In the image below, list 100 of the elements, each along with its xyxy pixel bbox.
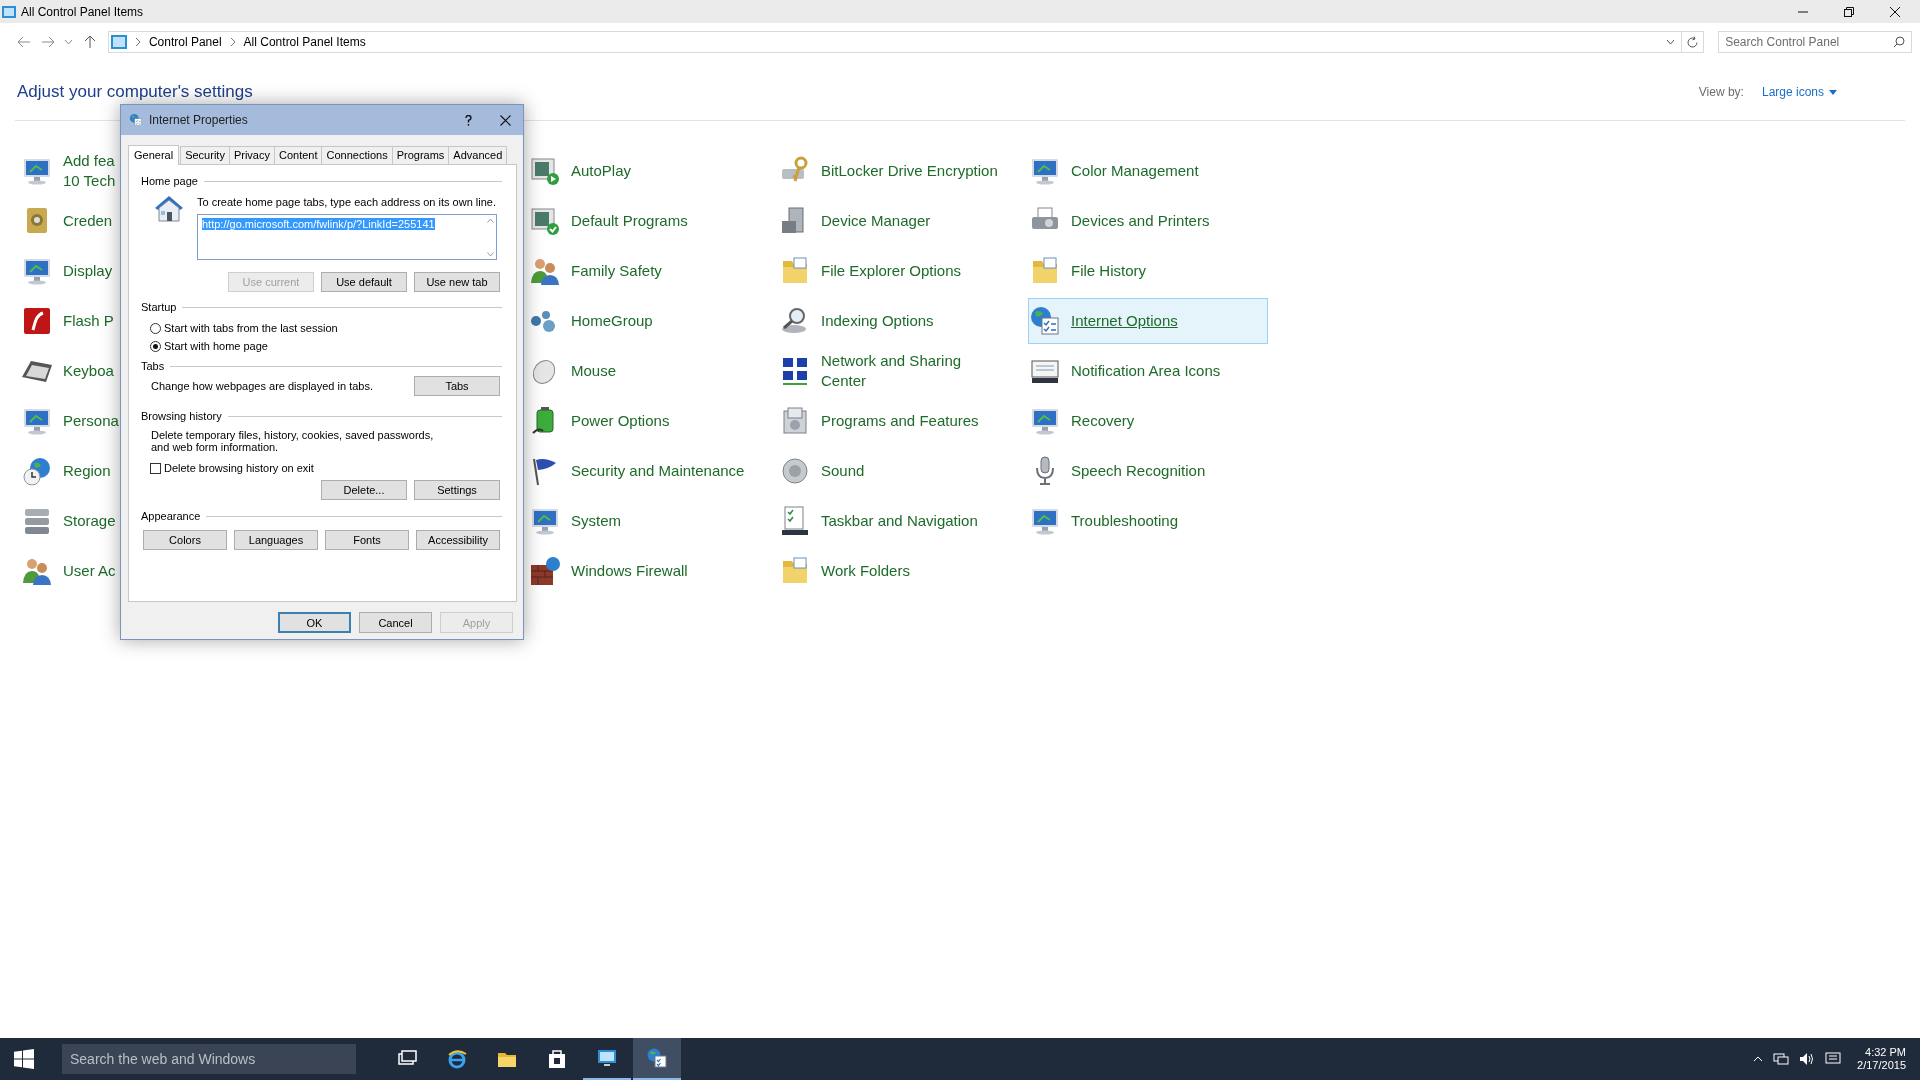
settings-link[interactable]: Color Management [1028, 148, 1268, 194]
dialog-button[interactable]: Tabs [414, 376, 500, 396]
settings-link[interactable]: Indexing Options [778, 298, 1018, 344]
settings-link[interactable]: Network and Sharing Center [778, 348, 1018, 394]
group-heading: Home page [141, 175, 198, 187]
settings-link[interactable]: Windows Firewall [528, 548, 768, 594]
settings-link[interactable]: Security and Maintenance [528, 448, 768, 494]
search-icon [1893, 36, 1905, 48]
settings-link[interactable]: Work Folders [778, 548, 1018, 594]
back-arrow-icon[interactable] [17, 36, 31, 48]
window-icon [2, 5, 16, 18]
settings-link[interactable]: Add fea 10 Tech [20, 148, 118, 194]
settings-link[interactable]: Storage [20, 498, 118, 544]
message-icon[interactable] [1825, 1052, 1842, 1066]
settings-link[interactable]: Programs and Features [778, 398, 1018, 444]
settings-link[interactable]: Family Safety [528, 248, 768, 294]
settings-link[interactable]: Creden [20, 198, 118, 244]
caret-down-icon [1829, 89, 1837, 95]
dialog-button[interactable]: Languages [234, 530, 318, 550]
settings-link[interactable]: Notification Area Icons [1028, 348, 1268, 394]
group-heading: Browsing history [141, 410, 222, 422]
network-icon[interactable] [1773, 1052, 1790, 1066]
window-title: All Control Panel Items [21, 4, 144, 19]
description-text: Delete temporary files, history, cookies, saved passwords, and web form information. [150, 429, 435, 453]
settings-link[interactable]: HomeGroup [528, 298, 768, 344]
browser-icon [446, 1048, 468, 1070]
globe-document-icon [1029, 305, 1061, 337]
breadcrumb-item[interactable]: Control Panel [148, 35, 222, 49]
dialog-tab[interactable]: Programs [391, 146, 450, 164]
settings-link[interactable]: File History [1028, 248, 1268, 294]
group-heading: Startup [141, 301, 177, 313]
refresh-icon[interactable] [1686, 35, 1700, 49]
settings-link[interactable]: Recovery [1028, 398, 1268, 444]
page-heading: Adjust your computer's settings [17, 82, 253, 102]
dialog-button[interactable]: Cancel [359, 612, 432, 633]
close-icon[interactable] [1889, 5, 1901, 18]
chevron-down-icon[interactable] [64, 39, 74, 45]
monitor-icon [596, 1047, 618, 1069]
settings-link[interactable]: Troubleshooting [1028, 498, 1268, 544]
settings-link[interactable]: Device Manager [778, 198, 1018, 244]
settings-link[interactable]: AutoPlay [528, 148, 768, 194]
settings-link[interactable]: Region [20, 448, 118, 494]
dialog-tab[interactable]: Advanced [448, 146, 508, 164]
house-icon [153, 193, 185, 223]
help-icon[interactable] [465, 114, 472, 126]
dialog-button[interactable]: Use default [321, 272, 407, 292]
restore-icon[interactable] [1843, 5, 1855, 18]
taskbar-button[interactable] [633, 1038, 681, 1080]
windows-logo-icon [14, 1049, 34, 1069]
settings-link[interactable]: System [528, 498, 768, 544]
globe-document-icon [646, 1047, 668, 1069]
view-by-dropdown[interactable]: Large icons [1761, 85, 1837, 99]
speaker-icon[interactable] [1799, 1052, 1816, 1066]
dialog-button[interactable]: Delete... [321, 480, 407, 500]
view-by-label: View by: [1698, 85, 1744, 99]
checkbox[interactable] [150, 462, 161, 474]
settings-link[interactable]: Keyboa [20, 348, 118, 394]
dialog-button[interactable]: OK [278, 612, 351, 633]
settings-link[interactable]: Sound [778, 448, 1018, 494]
settings-link[interactable]: BitLocker Drive Encryption [778, 148, 1018, 194]
search-field[interactable]: Search the web and Windows [62, 1044, 356, 1074]
close-icon[interactable] [500, 114, 511, 126]
search-field[interactable]: Search Control Panel [1718, 31, 1912, 53]
instruction-text: To create home page tabs, type each address on its own line. [197, 196, 497, 208]
dialog-tab[interactable]: Privacy [228, 146, 275, 164]
window-icon [110, 35, 127, 49]
settings-link[interactable]: Taskbar and Navigation [778, 498, 1018, 544]
dialog-button[interactable]: Fonts [325, 530, 409, 550]
settings-link[interactable]: Mouse [528, 348, 768, 394]
scroll-down-icon [487, 252, 494, 257]
dialog-tab[interactable]: Security [180, 146, 230, 164]
forward-arrow-icon[interactable] [40, 36, 55, 48]
settings-link[interactable]: Default Programs [528, 198, 768, 244]
checklist-icon [779, 505, 811, 537]
dialog-button[interactable]: Use new tab [414, 272, 500, 292]
dialog-button[interactable]: Colors [143, 530, 227, 550]
settings-link[interactable]: User Ac [20, 548, 118, 594]
chevron-up-icon[interactable] [1753, 1056, 1764, 1062]
settings-link[interactable]: Power Options [528, 398, 768, 444]
radio-label[interactable]: Start with tabs from the last session [164, 322, 338, 334]
dialog-tab[interactable]: General [128, 145, 180, 165]
settings-link[interactable]: Internet Options [1028, 298, 1268, 344]
speaker-icon [779, 455, 811, 487]
radio-button[interactable] [150, 322, 161, 334]
settings-link[interactable]: Persona [20, 398, 118, 444]
settings-link[interactable]: File Explorer Options [778, 248, 1018, 294]
settings-link[interactable]: Speech Recognition [1028, 448, 1268, 494]
up-arrow-icon[interactable] [83, 35, 96, 49]
radio-button[interactable] [150, 340, 161, 352]
settings-link[interactable]: Display [20, 248, 118, 294]
settings-link[interactable]: Flash P [20, 298, 118, 344]
dialog-button[interactable]: Accessibility [416, 530, 500, 550]
settings-link[interactable]: Devices and Printers [1028, 198, 1268, 244]
clock[interactable]: 4:32 PM 2/17/2015 [1857, 1046, 1906, 1072]
dialog-button[interactable]: Settings [414, 480, 500, 500]
checkbox-label[interactable]: Delete browsing history on exit [164, 462, 314, 474]
breadcrumb-item[interactable]: All Control Panel Items [243, 35, 366, 49]
radio-label[interactable]: Start with home page [164, 340, 268, 352]
chevron-down-icon[interactable] [1666, 39, 1676, 45]
chevron-icon [228, 37, 237, 47]
